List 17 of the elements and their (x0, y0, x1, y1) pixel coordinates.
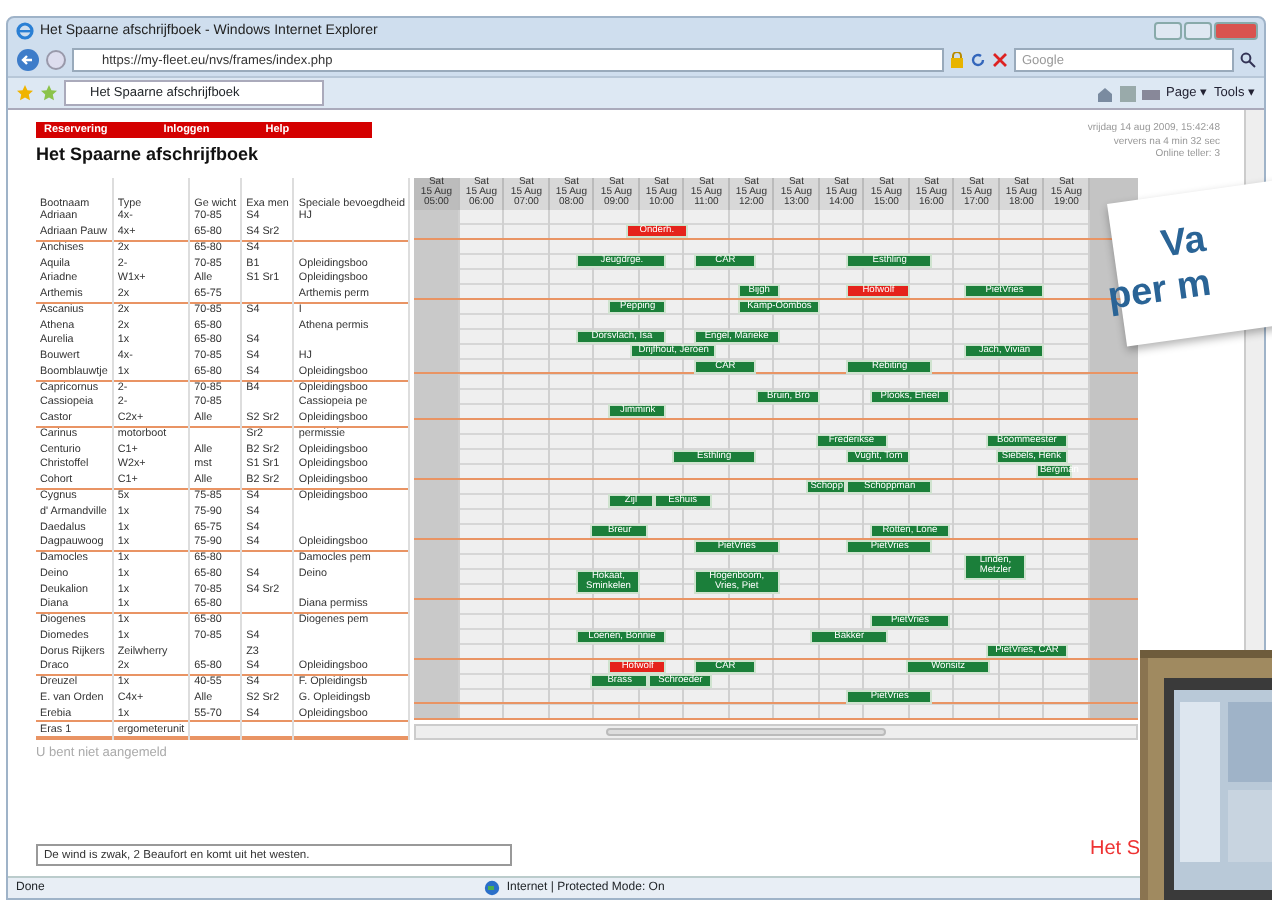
ie-logo-icon (16, 22, 34, 40)
home-icon (1096, 85, 1115, 101)
add-favorite-icon (40, 84, 58, 102)
globe-icon (484, 880, 501, 896)
refresh-icon (970, 52, 986, 68)
minimize-button[interactable] (1154, 22, 1182, 40)
horizontal-scrollbar[interactable] (414, 723, 1138, 739)
footer-brand: Het S (1089, 836, 1140, 864)
close-button[interactable] (1214, 22, 1258, 40)
forward-icon (46, 50, 66, 70)
star-icon (16, 84, 34, 102)
page-heading: Het Spaarne afschrijfboek (36, 142, 259, 168)
maximize-button[interactable] (1184, 22, 1212, 40)
back-icon (16, 48, 40, 72)
lock-icon (950, 52, 964, 68)
search-icon (1240, 52, 1256, 68)
stop-icon (992, 52, 1008, 68)
